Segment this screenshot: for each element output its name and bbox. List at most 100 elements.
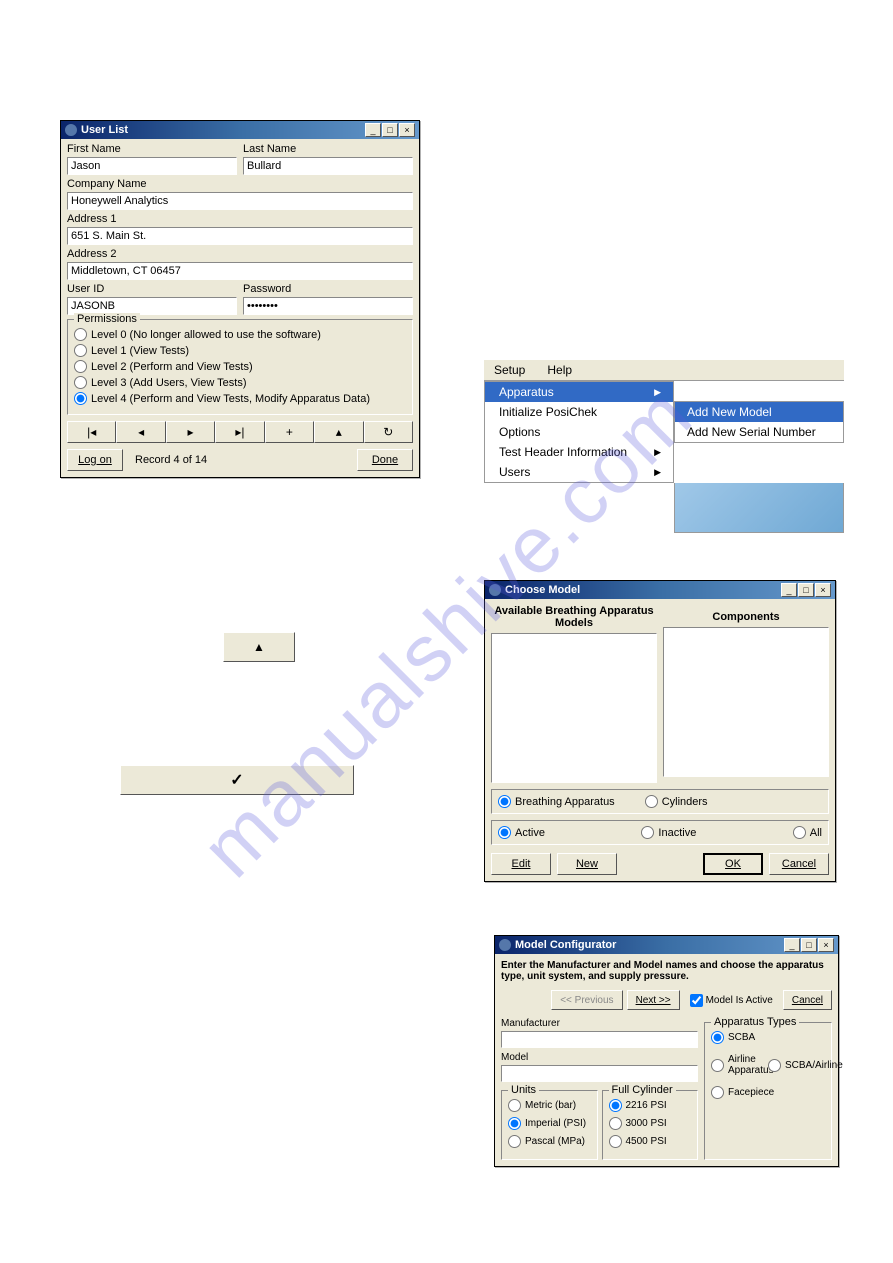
app-icon <box>489 584 501 596</box>
menu-item[interactable]: Initialize PosiChek <box>485 402 673 422</box>
state-option[interactable]: All <box>793 826 822 839</box>
edit-button[interactable]: Edit <box>491 853 551 875</box>
arrow-up-button[interactable]: ▲ <box>223 632 295 662</box>
radio-input[interactable] <box>508 1099 521 1112</box>
first-record-button[interactable]: |◂ <box>67 421 116 443</box>
radio-input[interactable] <box>711 1059 724 1072</box>
type-option[interactable]: Breathing Apparatus <box>498 795 615 808</box>
instruction-text: Enter the Manufacturer and Model names a… <box>501 960 832 982</box>
maximize-button[interactable]: □ <box>801 938 817 952</box>
cancel-button[interactable]: Cancel <box>783 990 832 1010</box>
address1-input[interactable]: 651 S. Main St. <box>67 227 413 245</box>
minimize-button[interactable]: _ <box>781 583 797 597</box>
model-input[interactable] <box>501 1065 698 1082</box>
body: Available Breathing Apparatus Models Com… <box>485 599 835 881</box>
first-name-input[interactable]: Jason <box>67 157 237 175</box>
add-record-button[interactable]: + <box>265 421 314 443</box>
menubar: Setup Help <box>484 360 844 381</box>
user-list-window: User List _ □ × First Name Jason Last Na… <box>60 120 420 478</box>
maximize-button[interactable]: □ <box>798 583 814 597</box>
apparatus-type-option[interactable]: SCBA <box>711 1031 825 1044</box>
title: Choose Model <box>505 584 781 596</box>
last-record-button[interactable]: ▸| <box>215 421 264 443</box>
ok-button[interactable]: OK <box>703 853 763 875</box>
triangle-up-icon: ▲ <box>253 640 265 654</box>
apparatus-type-option[interactable]: Airline Apparatus <box>711 1054 768 1076</box>
refresh-button[interactable]: ↻ <box>364 421 413 443</box>
permission-level-2[interactable]: Level 2 (Perform and View Tests) <box>74 360 406 373</box>
close-button[interactable]: × <box>818 938 834 952</box>
state-option[interactable]: Active <box>498 826 545 839</box>
radio-input[interactable] <box>641 826 654 839</box>
next-record-button[interactable]: ▸ <box>166 421 215 443</box>
menu-help[interactable]: Help <box>541 362 578 378</box>
permission-radio[interactable] <box>74 328 87 341</box>
permission-level-1[interactable]: Level 1 (View Tests) <box>74 344 406 357</box>
permission-radio[interactable] <box>74 376 87 389</box>
menu-item[interactable]: Options <box>485 422 673 442</box>
radio-input[interactable] <box>645 795 658 808</box>
permission-label: Level 2 (Perform and View Tests) <box>91 361 253 373</box>
units-option[interactable]: Imperial (PSI) <box>508 1117 591 1130</box>
model-active-checkbox[interactable]: Model Is Active <box>690 994 773 1007</box>
submenu-item[interactable]: Add New Model <box>675 402 843 422</box>
cyl-option[interactable]: 3000 PSI <box>609 1117 692 1130</box>
apparatus-type-option[interactable]: Facepiece <box>711 1086 825 1099</box>
permission-radio[interactable] <box>74 344 87 357</box>
menu-setup[interactable]: Setup <box>488 362 531 378</box>
address2-input[interactable]: Middletown, CT 06457 <box>67 262 413 280</box>
window-controls: _ □ × <box>784 938 834 952</box>
permission-level-3[interactable]: Level 3 (Add Users, View Tests) <box>74 376 406 389</box>
done-button[interactable]: Done <box>357 449 413 471</box>
radio-input[interactable] <box>609 1099 622 1112</box>
permission-radio[interactable] <box>74 360 87 373</box>
company-name-input[interactable]: Honeywell Analytics <box>67 192 413 210</box>
menu-item[interactable]: Test Header Information▶ <box>485 442 673 462</box>
permission-radio[interactable] <box>74 392 87 405</box>
units-option[interactable]: Metric (bar) <box>508 1099 591 1112</box>
models-listbox[interactable] <box>491 633 657 783</box>
cancel-button[interactable]: Cancel <box>769 853 829 875</box>
apparatus-type-option[interactable]: SCBA/Airline <box>768 1054 825 1076</box>
cyl-option[interactable]: 4500 PSI <box>609 1135 692 1148</box>
permission-level-4[interactable]: Level 4 (Perform and View Tests, Modify … <box>74 392 406 405</box>
model-active-input[interactable] <box>690 994 703 1007</box>
menu-item[interactable]: Apparatus▶ <box>485 382 673 402</box>
radio-input[interactable] <box>793 826 806 839</box>
password-input[interactable]: •••••••• <box>243 297 413 315</box>
type-option[interactable]: Cylinders <box>645 795 708 808</box>
components-listbox[interactable] <box>663 627 829 777</box>
state-option[interactable]: Inactive <box>641 826 696 839</box>
radio-input[interactable] <box>498 795 511 808</box>
close-button[interactable]: × <box>399 123 415 137</box>
close-button[interactable]: × <box>815 583 831 597</box>
log-on-button[interactable]: Log on <box>67 449 123 471</box>
window-controls: _ □ × <box>781 583 831 597</box>
radio-input[interactable] <box>711 1031 724 1044</box>
units-option[interactable]: Pascal (MPa) <box>508 1135 591 1148</box>
radio-input[interactable] <box>498 826 511 839</box>
prev-record-button[interactable]: ◂ <box>116 421 165 443</box>
submenu-item[interactable]: Add New Serial Number <box>675 422 843 442</box>
radio-input[interactable] <box>609 1135 622 1148</box>
last-name-input[interactable]: Bullard <box>243 157 413 175</box>
cyl-option[interactable]: 2216 PSI <box>609 1099 692 1112</box>
address1-label: Address 1 <box>67 213 413 225</box>
new-button[interactable]: New <box>557 853 617 875</box>
permission-level-0[interactable]: Level 0 (No longer allowed to use the so… <box>74 328 406 341</box>
next-button[interactable]: Next >> <box>627 990 680 1010</box>
maximize-button[interactable]: □ <box>382 123 398 137</box>
radio-input[interactable] <box>508 1117 521 1130</box>
minimize-button[interactable]: _ <box>365 123 381 137</box>
radio-label: All <box>810 827 822 839</box>
radio-input[interactable] <box>609 1117 622 1130</box>
minimize-button[interactable]: _ <box>784 938 800 952</box>
checkmark-button[interactable]: ✓ <box>120 765 354 795</box>
previous-button[interactable]: << Previous <box>551 990 622 1010</box>
radio-input[interactable] <box>508 1135 521 1148</box>
manufacturer-input[interactable] <box>501 1031 698 1048</box>
radio-input[interactable] <box>711 1086 724 1099</box>
radio-input[interactable] <box>768 1059 781 1072</box>
up-button[interactable]: ▴ <box>314 421 363 443</box>
menu-item[interactable]: Users▶ <box>485 462 673 482</box>
